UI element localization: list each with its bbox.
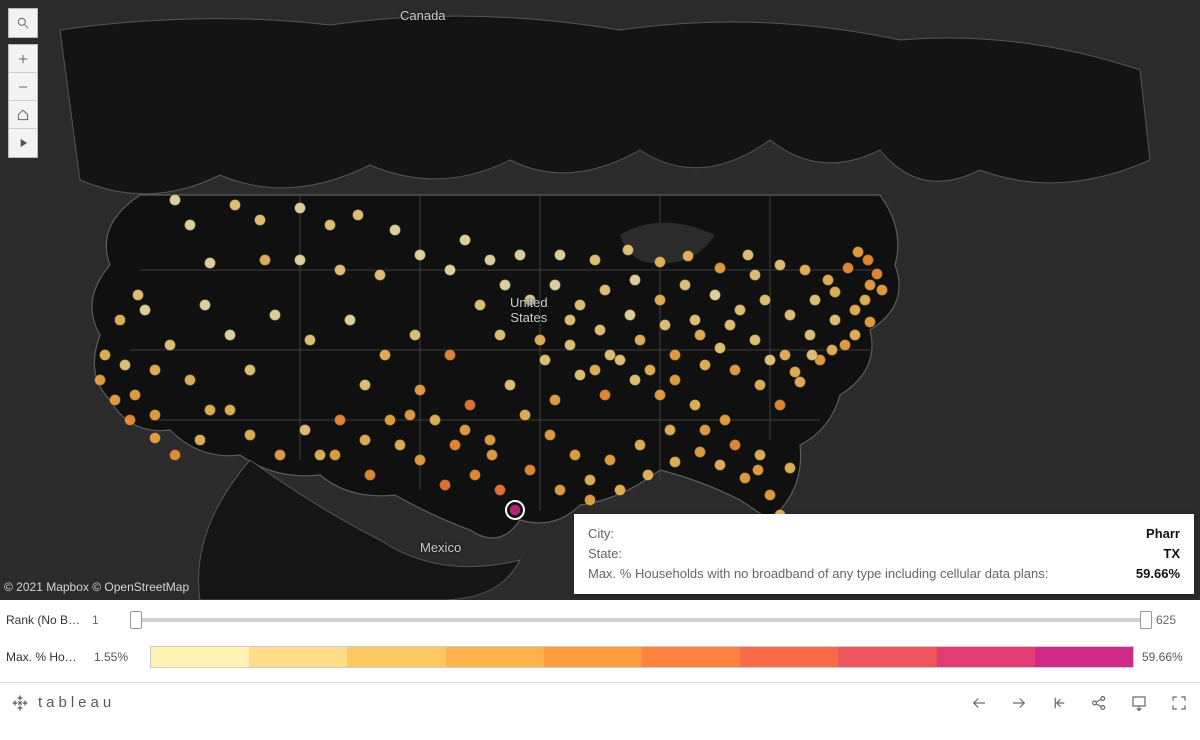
slider-track bbox=[132, 618, 1150, 622]
tableau-icon bbox=[10, 693, 30, 713]
legend-segment bbox=[740, 647, 838, 667]
legend-bar bbox=[150, 646, 1134, 668]
zoom-in-button[interactable] bbox=[9, 45, 37, 73]
rank-slider-label: Rank (No B… bbox=[6, 613, 86, 627]
legend-segment bbox=[642, 647, 740, 667]
play-button[interactable] bbox=[9, 129, 37, 157]
footer-actions bbox=[968, 692, 1190, 714]
tableau-logo[interactable]: tableau bbox=[10, 693, 115, 713]
tooltip: City: Pharr State: TX Max. % Households wi… bbox=[574, 514, 1194, 594]
legend-row: Max. % Ho… 1.55% 59.66% bbox=[0, 636, 1200, 682]
tooltip-state-value: TX bbox=[1163, 544, 1180, 564]
play-icon bbox=[16, 136, 30, 150]
legend-segment bbox=[446, 647, 544, 667]
legend-segment bbox=[249, 647, 347, 667]
map-toolbar bbox=[8, 8, 38, 158]
tooltip-city-value: Pharr bbox=[1146, 524, 1180, 544]
download-icon bbox=[1130, 694, 1148, 712]
zoom-out-button[interactable] bbox=[9, 73, 37, 101]
legend-segment bbox=[151, 647, 249, 667]
share-button[interactable] bbox=[1088, 692, 1110, 714]
arrow-left-icon bbox=[970, 694, 988, 712]
legend-segment bbox=[1035, 647, 1133, 667]
legend-min: 1.55% bbox=[94, 650, 142, 664]
map-canvas[interactable]: Canada United States Mexico bbox=[0, 0, 1200, 600]
search-icon bbox=[16, 16, 30, 30]
slider-thumb-left[interactable] bbox=[130, 611, 142, 629]
minus-icon bbox=[16, 80, 30, 94]
legend-segment bbox=[347, 647, 445, 667]
tooltip-city-label: City: bbox=[588, 524, 614, 544]
tooltip-state-label: State: bbox=[588, 544, 622, 564]
share-icon bbox=[1090, 694, 1108, 712]
fullscreen-button[interactable] bbox=[1168, 692, 1190, 714]
controls-panel: Rank (No B… 1 625 Max. % Ho… 1.55% 59.66… bbox=[0, 600, 1200, 682]
rank-slider-row: Rank (No B… 1 625 bbox=[0, 600, 1200, 636]
undo-button[interactable] bbox=[968, 692, 990, 714]
legend-segment bbox=[544, 647, 642, 667]
fullscreen-icon bbox=[1170, 694, 1188, 712]
tableau-wordmark: tableau bbox=[38, 694, 115, 711]
basemap-svg bbox=[0, 0, 1200, 600]
redo-button[interactable] bbox=[1008, 692, 1030, 714]
tooltip-metric-label: Max. % Households with no broadband of a… bbox=[588, 564, 1048, 584]
legend-segment bbox=[838, 647, 936, 667]
arrow-right-icon bbox=[1010, 694, 1028, 712]
rank-slider[interactable] bbox=[132, 611, 1150, 629]
rank-slider-max: 625 bbox=[1156, 613, 1190, 627]
search-button[interactable] bbox=[9, 9, 37, 37]
plus-icon bbox=[16, 52, 30, 66]
home-icon bbox=[16, 108, 30, 122]
legend-label: Max. % Ho… bbox=[6, 650, 86, 664]
legend-max: 59.66% bbox=[1142, 650, 1190, 664]
reset-icon bbox=[1050, 694, 1068, 712]
legend-segment bbox=[937, 647, 1035, 667]
tooltip-metric-value: 59.66% bbox=[1136, 564, 1180, 584]
rank-slider-min: 1 bbox=[92, 613, 126, 627]
footer: tableau bbox=[0, 682, 1200, 722]
home-button[interactable] bbox=[9, 101, 37, 129]
reset-button[interactable] bbox=[1048, 692, 1070, 714]
slider-thumb-right[interactable] bbox=[1140, 611, 1152, 629]
map-attribution: © 2021 Mapbox © OpenStreetMap bbox=[4, 580, 189, 594]
download-button[interactable] bbox=[1128, 692, 1150, 714]
